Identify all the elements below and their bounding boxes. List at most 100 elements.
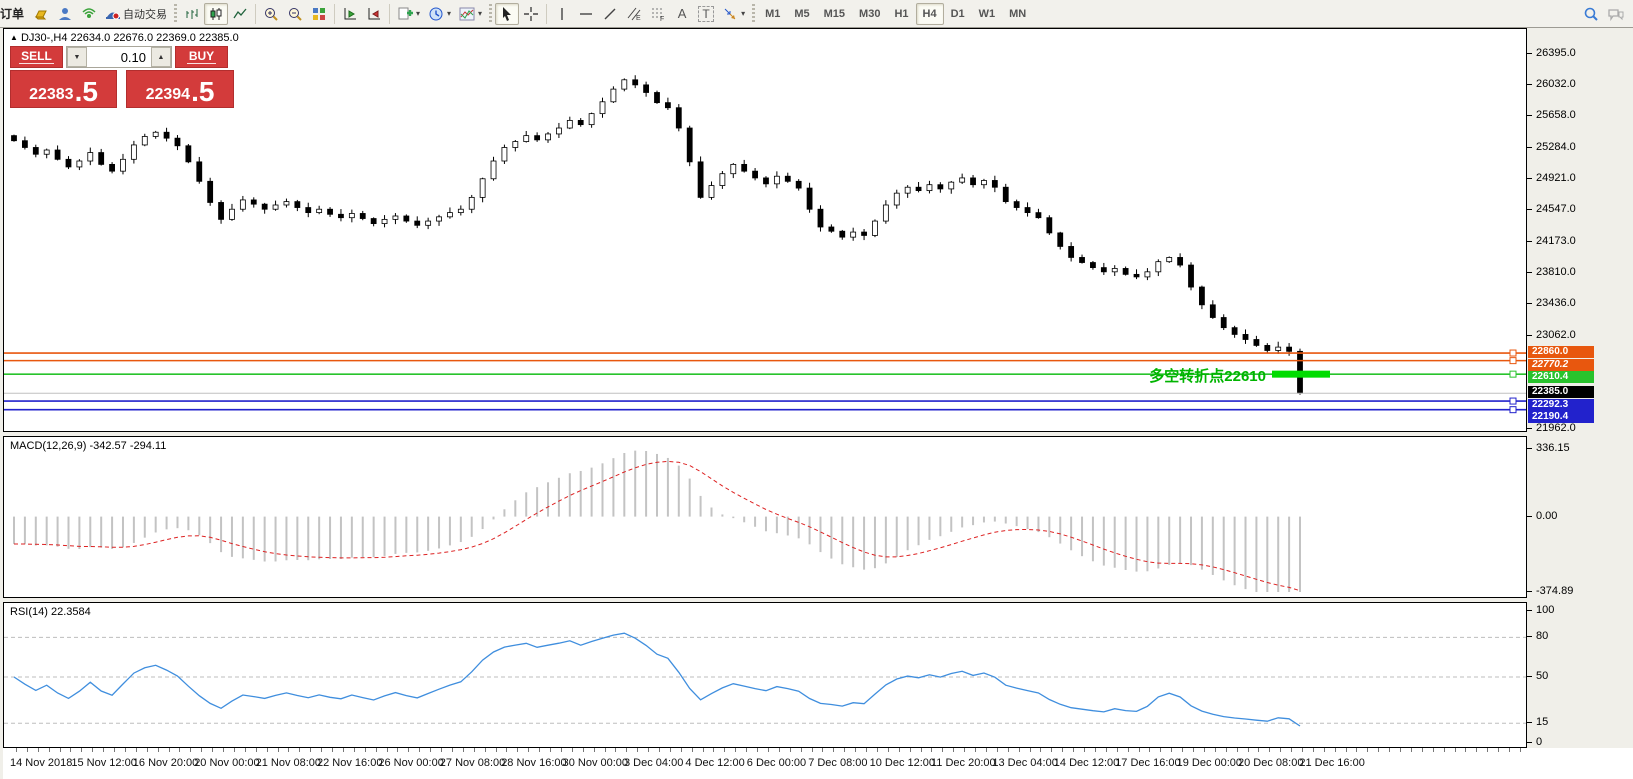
- collapse-icon[interactable]: ▲: [10, 33, 18, 42]
- bid-price-display[interactable]: 22383.5: [10, 70, 117, 108]
- timeframe-h1-button[interactable]: H1: [887, 3, 915, 25]
- time-tick-label: 21 Nov 08:00: [256, 757, 321, 769]
- time-tick-mark: [703, 748, 704, 752]
- fibonacci-tool-button[interactable]: F: [646, 3, 670, 25]
- macd-chart[interactable]: [4, 437, 1526, 597]
- time-tick-mark: [1356, 748, 1357, 752]
- price-tick-mark: [1527, 178, 1532, 179]
- time-tick-mark: [1193, 748, 1194, 752]
- time-tick-mark: [681, 748, 682, 752]
- price-tag: 22190.4: [1528, 411, 1594, 423]
- ask-price-display[interactable]: 22394.5: [126, 70, 234, 108]
- period-button[interactable]: ▾: [424, 3, 455, 25]
- rsi-pane: RSI(14) 22.3584 1008050150: [3, 602, 1633, 748]
- trendline-tool-button[interactable]: [598, 3, 622, 25]
- time-tick-mark: [670, 748, 671, 752]
- chat-button[interactable]: [1603, 3, 1629, 25]
- timeframe-d1-button[interactable]: D1: [944, 3, 972, 25]
- time-tick-mark: [844, 748, 845, 752]
- search-button[interactable]: [1579, 3, 1603, 25]
- main-plot-surface[interactable]: ▲ DJ30-,H4 22634.0 22676.0 22369.0 22385…: [3, 28, 1527, 432]
- time-tick-mark: [114, 748, 115, 752]
- turning-point-annotation[interactable]: 多空转折点22610: [1084, 365, 1266, 386]
- text-label-tool-button[interactable]: A: [670, 3, 694, 25]
- time-tick-mark: [1215, 748, 1216, 752]
- time-tick-mark: [474, 748, 475, 752]
- candlestick-chart-button[interactable]: [204, 3, 228, 25]
- time-tick-mark: [397, 748, 398, 752]
- rsi-chart[interactable]: [4, 603, 1526, 747]
- volume-increase-button[interactable]: ▲: [151, 47, 171, 67]
- time-tick-mark: [986, 748, 987, 752]
- time-tick-mark: [190, 748, 191, 752]
- crosshair-button[interactable]: [519, 3, 543, 25]
- arrows-tool-button[interactable]: ▾: [718, 3, 749, 25]
- time-tick-mark: [1433, 748, 1434, 752]
- zoom-in-button[interactable]: [259, 3, 283, 25]
- time-tick-mark: [692, 748, 693, 752]
- time-tick-mark: [801, 748, 802, 752]
- time-tick-mark: [1280, 748, 1281, 752]
- time-tick-mark: [38, 748, 39, 752]
- time-tick-mark: [1160, 748, 1161, 752]
- auto-scroll-button[interactable]: [338, 3, 362, 25]
- community-button[interactable]: [53, 3, 77, 25]
- time-tick-mark: [288, 748, 289, 752]
- price-tick-label: 23062.0: [1536, 329, 1576, 341]
- time-tick-mark: [866, 748, 867, 752]
- time-tick-mark: [332, 748, 333, 752]
- timeframe-m5-button[interactable]: M5: [787, 3, 816, 25]
- sell-button[interactable]: SELL: [10, 46, 63, 68]
- vertical-line-tool-button[interactable]: [550, 3, 574, 25]
- price-tick-mark: [1527, 209, 1532, 210]
- time-tick-mark: [888, 748, 889, 752]
- time-tick-label: 27 Nov 08:00: [440, 757, 505, 769]
- time-tick-mark: [201, 748, 202, 752]
- price-tag: 22292.3: [1528, 399, 1594, 411]
- horizontal-line-tool-button[interactable]: [574, 3, 598, 25]
- timeframe-w1-button[interactable]: W1: [972, 3, 1003, 25]
- text-box-tool-button[interactable]: T: [694, 3, 718, 25]
- price-tick-label: 21962.0: [1536, 422, 1576, 434]
- bar-chart-button[interactable]: [180, 3, 204, 25]
- time-tick-mark: [1444, 748, 1445, 752]
- volume-input[interactable]: [87, 47, 151, 67]
- zoom-out-button[interactable]: [283, 3, 307, 25]
- line-chart-button[interactable]: [228, 3, 252, 25]
- time-tick-mark: [1346, 748, 1347, 752]
- timeframe-mn-button[interactable]: MN: [1002, 3, 1033, 25]
- time-tick-mark: [1084, 748, 1085, 752]
- tile-windows-button[interactable]: [307, 3, 331, 25]
- channel-tool-button[interactable]: E: [622, 3, 646, 25]
- price-tag: 22385.0: [1528, 386, 1594, 398]
- time-tick-mark: [757, 748, 758, 752]
- rsi-plot-surface[interactable]: RSI(14) 22.3584: [3, 602, 1527, 748]
- signals-button[interactable]: [77, 3, 101, 25]
- macd-plot-surface[interactable]: MACD(12,26,9) -342.57 -294.11: [3, 436, 1527, 598]
- indicators-icon: [459, 6, 475, 22]
- time-tick-mark: [605, 748, 606, 752]
- time-axis[interactable]: 14 Nov 201815 Nov 12:0016 Nov 20:0020 No…: [3, 748, 1633, 779]
- time-tick-label: 26 Nov 00:00: [378, 757, 443, 769]
- time-tick-mark: [1487, 748, 1488, 752]
- new-chart-button[interactable]: ▾: [393, 3, 424, 25]
- cursor-button[interactable]: [495, 3, 519, 25]
- rsi-tick-label: 100: [1536, 604, 1554, 616]
- timeframe-m1-button[interactable]: M1: [758, 3, 787, 25]
- new-order-button[interactable]: 订单: [0, 3, 29, 25]
- buy-button[interactable]: BUY: [175, 46, 228, 68]
- timeframe-m30-button[interactable]: M30: [852, 3, 887, 25]
- indicators-button[interactable]: ▾: [455, 3, 486, 25]
- time-tick-mark: [1400, 748, 1401, 752]
- horizontal-line-icon: [578, 6, 594, 22]
- time-tick-mark: [615, 748, 616, 752]
- chart-shift-button[interactable]: [362, 3, 386, 25]
- auto-trading-button[interactable]: 自动交易: [101, 3, 171, 25]
- market-watch-button[interactable]: [29, 3, 53, 25]
- time-tick-mark: [81, 748, 82, 752]
- zoom-out-icon: [287, 6, 303, 22]
- profile-icon: [57, 6, 73, 22]
- volume-decrease-button[interactable]: ▼: [67, 47, 87, 67]
- timeframe-m15-button[interactable]: M15: [817, 3, 852, 25]
- timeframe-h4-button[interactable]: H4: [916, 3, 944, 25]
